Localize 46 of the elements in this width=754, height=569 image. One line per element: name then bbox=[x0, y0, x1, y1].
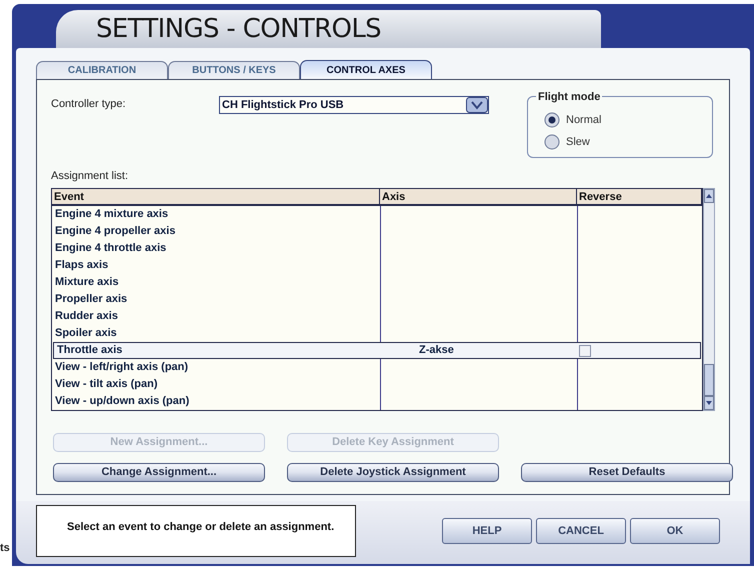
group-title: Flight mode bbox=[536, 89, 602, 106]
action-button[interactable]: Change Assignment... bbox=[53, 463, 265, 482]
table-row[interactable]: Rudder axis bbox=[52, 308, 702, 325]
table-row[interactable]: View - tilt axis (pan) bbox=[52, 376, 702, 393]
event-cell-text: Propeller axis bbox=[54, 292, 128, 308]
event-cell-text: Spoiler axis bbox=[54, 326, 118, 342]
table-row[interactable]: View - up/down axis (pan) bbox=[52, 393, 702, 410]
dialog-button[interactable]: HELP bbox=[442, 518, 532, 544]
controller-dropdown[interactable]: CH Flightstick Pro USB bbox=[219, 96, 489, 114]
action-button[interactable]: Reset Defaults bbox=[521, 463, 733, 482]
event-cell-text: Mixture axis bbox=[54, 275, 120, 290]
dialog-button[interactable]: OK bbox=[630, 518, 720, 544]
column-header[interactable]: Axis bbox=[380, 189, 577, 204]
table-row[interactable]: Throttle axis Z-akse bbox=[53, 342, 701, 359]
controller-type-label: Controller type: bbox=[51, 97, 127, 112]
dialog-button[interactable]: CANCEL bbox=[536, 518, 626, 544]
event-cell-text: Engine 4 throttle axis bbox=[54, 241, 168, 256]
action-button[interactable]: Delete Joystick Assignment bbox=[287, 463, 499, 482]
tab[interactable]: CONTROL AXES bbox=[300, 60, 432, 79]
table-row[interactable]: Mixture axis bbox=[52, 274, 702, 291]
tab[interactable]: CALIBRATION bbox=[36, 61, 168, 79]
event-cell-text: Engine 4 mixture axis bbox=[54, 207, 170, 222]
table-row[interactable]: Propeller axis bbox=[52, 291, 702, 308]
axis-cell-text: Z-akse bbox=[418, 343, 455, 358]
event-cell-text: Throttle axis bbox=[56, 343, 124, 358]
event-cell-text: Engine 4 propeller axis bbox=[54, 224, 176, 240]
table-row[interactable]: Flaps axis bbox=[52, 257, 702, 274]
event-cell-text: View - tilt axis (pan) bbox=[54, 377, 158, 392]
table-row[interactable]: Engine 4 mixture axis bbox=[52, 206, 702, 223]
event-cell-text: Flaps axis bbox=[54, 258, 110, 274]
tab[interactable]: BUTTONS / KEYS bbox=[168, 61, 300, 79]
window-title: SETTINGS - CONTROLS bbox=[96, 12, 382, 46]
table-row[interactable]: Spoiler axis bbox=[52, 325, 702, 342]
event-cell-text: Rudder axis bbox=[54, 309, 119, 324]
column-header[interactable]: Reverse bbox=[577, 189, 702, 204]
table-row[interactable]: View - left/right axis (pan) bbox=[52, 359, 702, 376]
event-cell-text: View - left/right axis (pan) bbox=[54, 360, 190, 376]
column-header[interactable]: Event bbox=[52, 189, 380, 204]
radio-label: Normal bbox=[566, 112, 602, 128]
assignment-list-label: Assignment list: bbox=[51, 169, 130, 184]
background-text: ts bbox=[0, 541, 10, 556]
status-text: Select an event to change or delete an assignment. bbox=[67, 521, 334, 533]
radio-label: Slew bbox=[566, 134, 590, 150]
table-row[interactable]: Engine 4 throttle axis bbox=[52, 240, 702, 257]
event-cell-text: View - up/down axis (pan) bbox=[54, 394, 190, 410]
table-row[interactable]: Engine 4 propeller axis bbox=[52, 223, 702, 240]
